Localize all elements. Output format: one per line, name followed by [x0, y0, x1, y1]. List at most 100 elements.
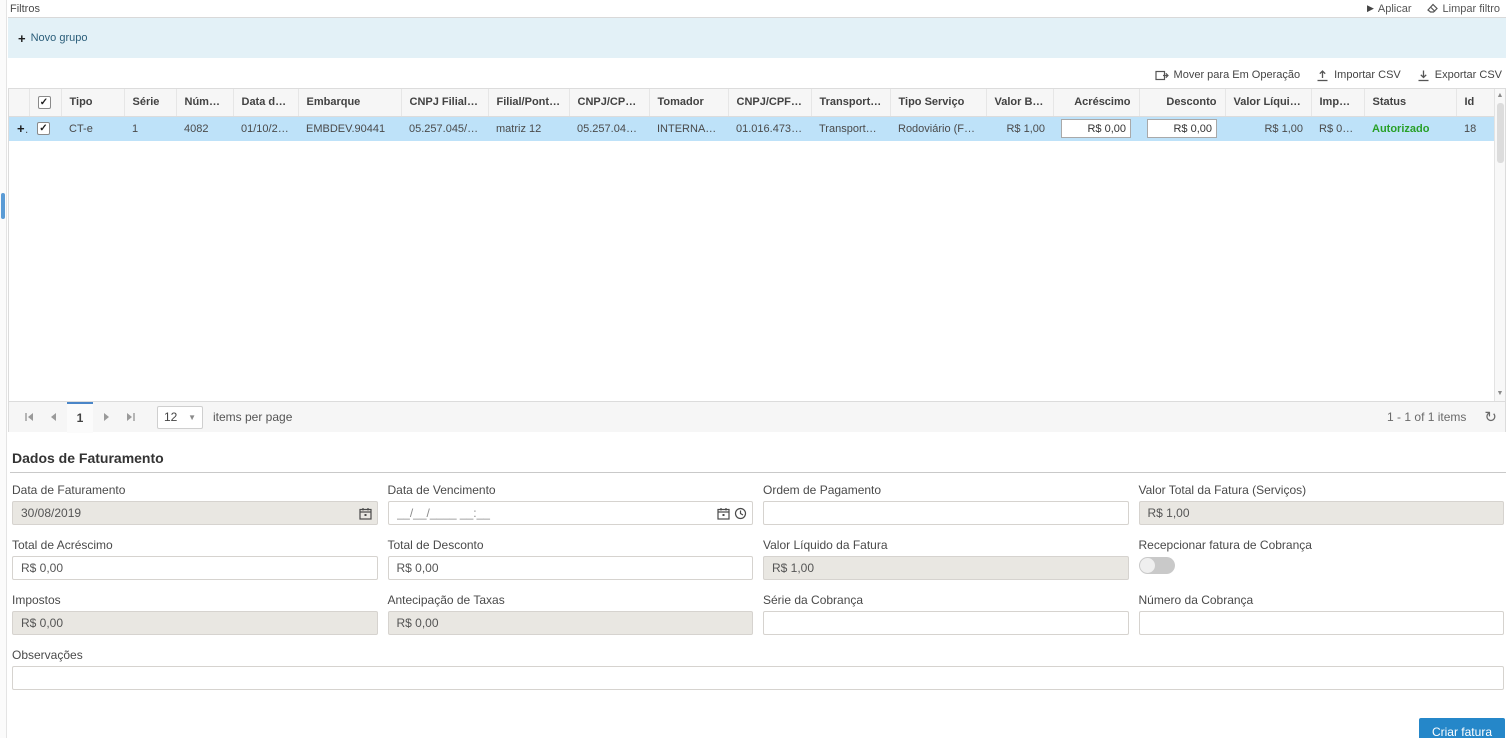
col-valor-bruto[interactable]: Valor Bruto: [986, 89, 1053, 116]
page-number-current[interactable]: 1: [67, 402, 93, 433]
billing-section: Dados de Faturamento Data de Faturamento: [8, 432, 1506, 738]
data-faturamento-label: Data de Faturamento: [12, 483, 378, 497]
grid-scrollbar-thumb[interactable]: [1497, 103, 1504, 163]
row-checkbox-cell: ✓: [29, 116, 61, 141]
col-data-emissao[interactable]: Data de Emiss...: [233, 89, 298, 116]
col-embarque[interactable]: Embarque: [298, 89, 401, 116]
observacoes-label: Observações: [12, 648, 1504, 662]
valor-liquido-input: [763, 556, 1129, 580]
field-data-faturamento: Data de Faturamento: [12, 483, 378, 525]
total-acrescimo-input[interactable]: [12, 556, 378, 580]
toggle-knob: [1140, 558, 1155, 573]
total-acrescimo-label: Total de Acréscimo: [12, 538, 378, 552]
observacoes-input[interactable]: [12, 666, 1504, 690]
check-icon: ✓: [39, 123, 47, 134]
col-tomador[interactable]: Tomador: [649, 89, 728, 116]
prev-page-button[interactable]: [41, 402, 65, 432]
calendar-icon[interactable]: [717, 507, 730, 520]
clock-icon[interactable]: [734, 507, 747, 520]
cell-cnpj-filial: 05.257.045/0001-60: [401, 116, 488, 141]
scroll-up-icon[interactable]: ▲: [1495, 90, 1505, 102]
col-cnpj-tomador[interactable]: CNPJ/CPF Tomador: [569, 89, 649, 116]
cell-filial: matriz 12: [488, 116, 569, 141]
grid-vertical-scrollbar[interactable]: ▲ ▼: [1494, 89, 1505, 401]
export-csv-label: Exportar CSV: [1435, 69, 1502, 81]
create-invoice-button[interactable]: Criar fatura: [1419, 718, 1505, 738]
apply-filter-button[interactable]: ▶ Aplicar: [1367, 3, 1412, 15]
desconto-input[interactable]: [1147, 119, 1217, 138]
cell-valor-bruto: R$ 1,00: [986, 116, 1053, 141]
row-checkbox[interactable]: ✓: [37, 122, 50, 135]
export-csv-button[interactable]: Exportar CSV: [1417, 69, 1502, 82]
last-page-button[interactable]: [119, 402, 143, 432]
recepcionar-toggle[interactable]: [1139, 557, 1175, 574]
field-total-desconto: Total de Desconto: [388, 538, 754, 580]
expand-row-button[interactable]: +: [17, 121, 29, 136]
col-desconto[interactable]: Desconto: [1139, 89, 1225, 116]
data-faturamento-input[interactable]: [12, 501, 378, 525]
upload-icon: [1316, 69, 1329, 82]
scroll-down-icon[interactable]: ▼: [1495, 388, 1505, 400]
cell-data-emissao: 01/10/2018 11:07: [233, 116, 298, 141]
impostos-label: Impostos: [12, 593, 378, 607]
col-valor-liquido[interactable]: Valor Líquido: [1225, 89, 1311, 116]
new-group-button[interactable]: + Novo grupo: [18, 31, 87, 46]
col-acrescimo[interactable]: Acréscimo: [1053, 89, 1139, 116]
move-to-operation-button[interactable]: Mover para Em Operação: [1155, 69, 1301, 82]
refresh-icon[interactable]: ↻: [1484, 408, 1497, 426]
status-badge: Autorizado: [1372, 123, 1429, 135]
ordem-pagamento-label: Ordem de Pagamento: [763, 483, 1129, 497]
row-expand-cell: +: [9, 116, 29, 141]
pager-summary: 1 - 1 of 1 items: [1387, 410, 1466, 424]
page-size-dropdown[interactable]: 12 ▼: [157, 406, 203, 429]
antecipacao-label: Antecipação de Taxas: [388, 593, 754, 607]
total-desconto-input[interactable]: [388, 556, 754, 580]
cell-embarque: EMBDEV.90441: [298, 116, 401, 141]
billing-title: Dados de Faturamento: [10, 450, 1506, 473]
cell-acrescimo: [1053, 116, 1139, 141]
col-tipo[interactable]: Tipo: [61, 89, 124, 116]
ordem-pagamento-input[interactable]: [763, 501, 1129, 525]
select-all-checkbox[interactable]: ✓: [38, 96, 51, 109]
field-impostos: Impostos: [12, 593, 378, 635]
filters-actions: ▶ Aplicar Limpar filtro: [1367, 1, 1500, 17]
eraser-icon: [1426, 1, 1439, 17]
data-vencimento-input[interactable]: [388, 501, 754, 525]
cell-numero: 4082: [176, 116, 233, 141]
col-impostos[interactable]: Impostos: [1311, 89, 1364, 116]
recepcionar-label: Recepcionar fatura de Cobrança: [1139, 538, 1505, 552]
col-status[interactable]: Status: [1364, 89, 1456, 116]
left-scrollbar[interactable]: [0, 0, 7, 738]
col-serie[interactable]: Série: [124, 89, 176, 116]
table-row[interactable]: + ✓ CT-e 1 4082 01/10/2018 11:07 EMBDEV.…: [9, 116, 1496, 141]
acrescimo-input[interactable]: [1061, 119, 1131, 138]
col-tipo-servico[interactable]: Tipo Serviço: [890, 89, 986, 116]
next-page-button[interactable]: [95, 402, 119, 432]
check-icon: ✓: [40, 97, 48, 108]
field-ordem-pagamento: Ordem de Pagamento: [763, 483, 1129, 525]
col-transportador[interactable]: Transportador: [811, 89, 890, 116]
col-cnpj-filial[interactable]: CNPJ Filial/Ponto de ...: [401, 89, 488, 116]
col-numero[interactable]: Número: [176, 89, 233, 116]
left-scrollbar-thumb[interactable]: [1, 193, 5, 219]
play-icon: ▶: [1367, 3, 1374, 14]
cell-impostos: R$ 0,00: [1311, 116, 1364, 141]
import-csv-button[interactable]: Importar CSV: [1316, 69, 1401, 82]
download-icon: [1417, 69, 1430, 82]
col-cnpj-transportador[interactable]: CNPJ/CPF Transp...: [728, 89, 811, 116]
field-valor-total: Valor Total da Fatura (Serviços): [1139, 483, 1505, 525]
serie-cobranca-input[interactable]: [763, 611, 1129, 635]
clear-filter-button[interactable]: Limpar filtro: [1426, 1, 1500, 17]
numero-cobranca-input[interactable]: [1139, 611, 1505, 635]
serie-cobranca-label: Série da Cobrança: [763, 593, 1129, 607]
field-numero-cobranca: Número da Cobrança: [1139, 593, 1505, 635]
field-data-vencimento: Data de Vencimento: [388, 483, 754, 525]
col-filial[interactable]: Filial/Ponto de O...: [488, 89, 569, 116]
first-page-button[interactable]: [17, 402, 41, 432]
pager: 1 12 ▼ items per page 1 - 1 of 1 items ↻: [9, 401, 1505, 432]
numero-cobranca-label: Número da Cobrança: [1139, 593, 1505, 607]
calendar-icon[interactable]: [359, 507, 372, 520]
col-id[interactable]: Id: [1456, 89, 1496, 116]
field-valor-liquido: Valor Líquido da Fatura: [763, 538, 1129, 580]
cell-valor-liquido: R$ 1,00: [1225, 116, 1311, 141]
